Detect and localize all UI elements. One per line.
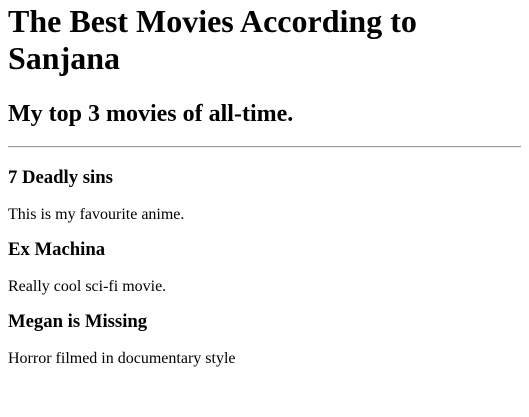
movie-description: Horror filmed in documentary style <box>8 350 236 367</box>
divider <box>8 146 521 148</box>
page-content: The Best Movies According to Sanjana My … <box>0 0 529 368</box>
page-subtitle: My top 3 movies of all-time. <box>8 101 294 127</box>
movie-description: Really cool sci-fi movie. <box>8 278 167 295</box>
movie-title: Megan is Missing <box>8 311 148 332</box>
movie-title: Ex Machina <box>8 239 106 260</box>
movie-title: 7 Deadly sins <box>8 167 113 188</box>
movie-description: This is my favourite anime. <box>8 206 185 223</box>
page-title: The Best Movies According to Sanjana <box>8 3 417 76</box>
movie-list: 7 Deadly sins This is my favourite anime… <box>8 167 521 368</box>
